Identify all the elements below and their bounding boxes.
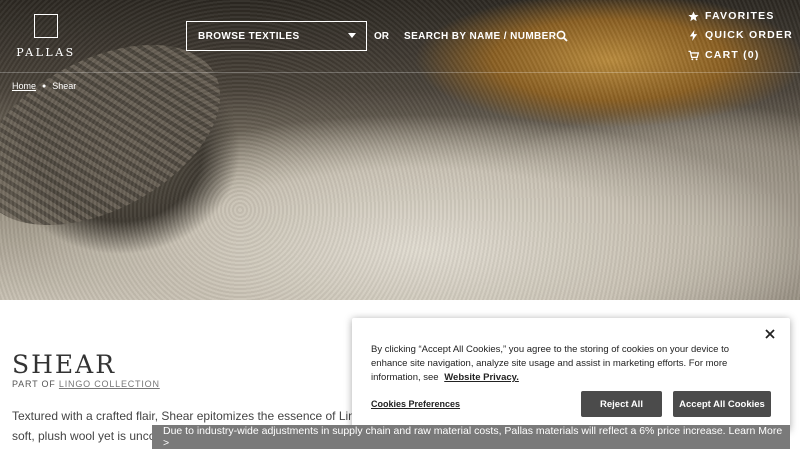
pallas-logo[interactable]: PALLAS (14, 14, 78, 59)
breadcrumb-home-link[interactable]: Home (12, 81, 36, 91)
logo-text: PALLAS (16, 46, 76, 59)
part-of-label: PART OF (12, 379, 56, 389)
notice-text: Due to industry-wide adjustments in supp… (163, 425, 783, 449)
chevron-down-icon (348, 33, 356, 38)
breadcrumb-current: Shear (52, 81, 77, 91)
cart-label: CART (0) (705, 49, 760, 61)
accept-all-cookies-button[interactable]: Accept All Cookies (673, 391, 771, 417)
search-input[interactable]: SEARCH BY NAME / NUMBER (404, 31, 556, 42)
favorites-label: FAVORITES (705, 10, 775, 22)
cookie-text-block: By clicking “Accept All Cookies,” you ag… (371, 343, 756, 385)
browse-textiles-dropdown[interactable]: BROWSE TEXTILES (186, 21, 367, 51)
cart-link[interactable]: CART (0) (688, 49, 760, 61)
cart-icon (688, 50, 699, 60)
cookie-message: By clicking “Accept All Cookies,” you ag… (371, 344, 730, 383)
privacy-link[interactable]: Website Privacy. (444, 372, 519, 383)
quick-order-label: QUICK ORDER (705, 29, 793, 41)
cookie-preferences-link[interactable]: Cookies Preferences (371, 399, 460, 409)
breadcrumb: Home ● Shear (12, 81, 76, 91)
search-icon[interactable] (556, 30, 568, 42)
breadcrumb-separator: ● (42, 82, 47, 90)
cookie-banner: By clicking “Accept All Cookies,” you ag… (352, 318, 790, 430)
logo-mark-icon (34, 14, 58, 38)
collection-line: PART OF LINGO COLLECTION (12, 379, 160, 389)
quick-order-link[interactable]: QUICK ORDER (688, 29, 793, 41)
star-icon (688, 10, 699, 21)
browse-textiles-label: BROWSE TEXTILES (198, 30, 300, 42)
favorites-link[interactable]: FAVORITES (688, 10, 775, 22)
reject-all-button[interactable]: Reject All (581, 391, 662, 417)
header-divider (0, 72, 800, 73)
or-label: OR (374, 31, 389, 42)
collection-link[interactable]: LINGO COLLECTION (59, 379, 160, 389)
product-title: SHEAR (12, 350, 117, 379)
close-icon[interactable] (764, 328, 776, 340)
hero-image (0, 0, 800, 300)
price-notice-bar[interactable]: Due to industry-wide adjustments in supp… (152, 425, 790, 449)
lightning-icon (689, 29, 698, 41)
